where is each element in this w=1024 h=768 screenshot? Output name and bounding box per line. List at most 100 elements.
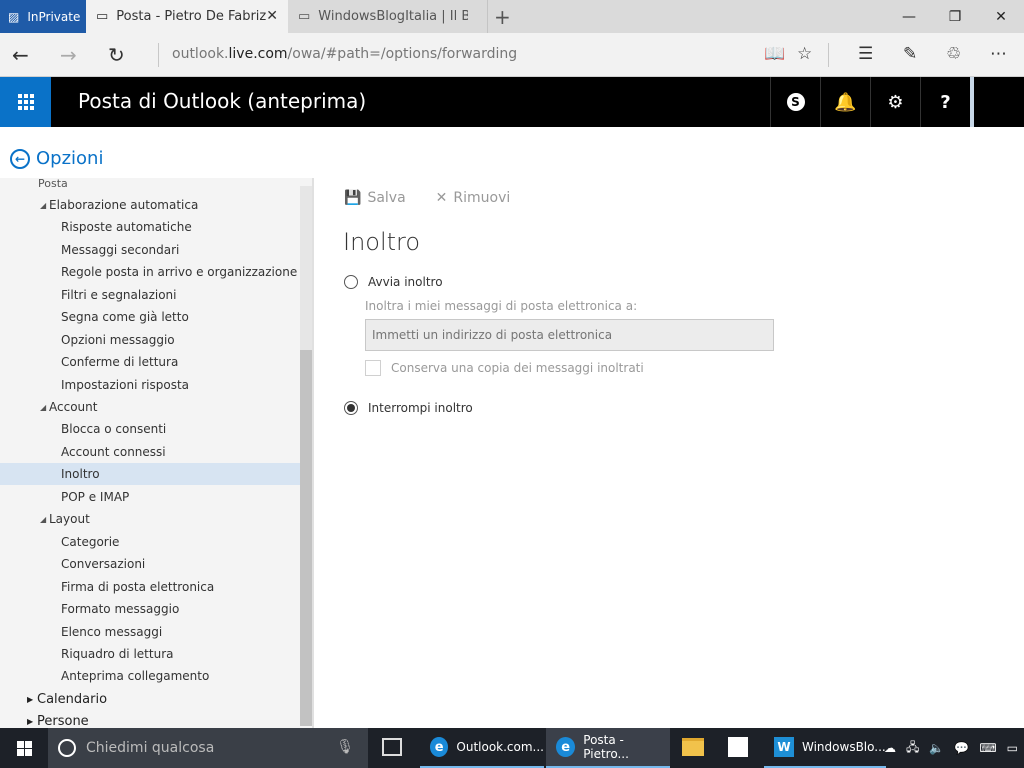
help-button[interactable]: ?: [920, 77, 970, 127]
file-explorer-icon[interactable]: [682, 738, 704, 756]
sidebar-item[interactable]: Conferme di lettura: [0, 351, 300, 373]
window-controls: — ❐ ✕: [886, 0, 1024, 33]
nav-section-posta[interactable]: Posta: [0, 178, 300, 194]
sidebar-item[interactable]: Risposte automatiche: [0, 216, 300, 238]
nav-item-label: Firma di posta elettronica: [61, 580, 215, 594]
outlook-header: Posta di Outlook (anteprima) S 🔔 ⚙ ?: [0, 77, 1024, 127]
stop-forwarding-radio[interactable]: Interrompi inoltro: [344, 401, 473, 415]
bell-icon: 🔔: [834, 91, 857, 113]
keep-copy-checkbox[interactable]: Conserva una copia dei messaggi inoltrat…: [365, 360, 644, 376]
nav-item-label: Conferme di lettura: [61, 355, 179, 369]
task-view-icon[interactable]: [382, 738, 402, 756]
microphone-icon[interactable]: 🎙: [336, 739, 354, 755]
settings-button[interactable]: ⚙: [870, 77, 920, 127]
collapse-triangle-icon: ◢: [40, 200, 47, 210]
restore-icon[interactable]: ❐: [932, 0, 978, 33]
back-arrow-icon[interactable]: ←: [12, 43, 29, 67]
radio-checked-icon: [344, 401, 358, 415]
url-field[interactable]: outlook.live.com/owa/#path=/options/forw…: [172, 46, 517, 62]
sidebar-item[interactable]: Regole posta in arrivo e organizzazione: [0, 261, 300, 283]
url-prefix: outlook.: [172, 46, 229, 62]
new-tab-icon[interactable]: +: [494, 5, 511, 29]
sidebar-item[interactable]: Elenco messaggi: [0, 621, 300, 643]
sidebar-item[interactable]: Anteprima collegamento: [0, 665, 300, 687]
cortana-search-box[interactable]: Chiedimi qualcosa 🎙: [48, 728, 368, 768]
header-strip: [970, 77, 974, 127]
inprivate-label: InPrivate: [27, 9, 81, 24]
search-placeholder: Chiedimi qualcosa: [86, 740, 215, 756]
sidebar-item[interactable]: Filtri e segnalazioni: [0, 284, 300, 306]
volume-icon[interactable]: 🔈: [929, 741, 944, 755]
sidebar-item[interactable]: Firma di posta elettronica: [0, 576, 300, 598]
save-icon: 💾: [344, 190, 362, 206]
page-icon: ▭: [298, 9, 311, 24]
onedrive-icon[interactable]: ☁: [884, 741, 896, 755]
sidebar-item[interactable]: Formato messaggio: [0, 598, 300, 620]
web-note-icon[interactable]: ✎: [903, 44, 917, 64]
sidebar-item[interactable]: Conversazioni: [0, 553, 300, 575]
notifications-button[interactable]: 🔔: [820, 77, 870, 127]
notification-icon[interactable]: ▭: [1007, 741, 1018, 755]
inprivate-icon: ▨: [8, 9, 20, 24]
scrollbar-thumb[interactable]: [300, 350, 312, 726]
reading-view-icon[interactable]: 📖: [764, 44, 785, 64]
sidebar-item[interactable]: Opzioni messaggio: [0, 329, 300, 351]
sidebar-item[interactable]: Inoltro: [0, 463, 300, 485]
command-bar: 💾 Salva ✕ Rimuovi: [344, 190, 510, 206]
forward-arrow-icon[interactable]: →: [60, 43, 77, 67]
hub-icon[interactable]: ☰: [858, 44, 873, 64]
nav-section-2[interactable]: ◢ Layout: [0, 508, 300, 530]
nav-top-item[interactable]: ▶ Persone: [0, 710, 300, 729]
close-tab-icon[interactable]: ✕: [266, 8, 278, 24]
sidebar-item[interactable]: Segna come già letto: [0, 306, 300, 328]
nav-item-label: Filtri e segnalazioni: [61, 288, 177, 302]
refresh-icon[interactable]: ↻: [108, 43, 125, 67]
page-title: Inoltro: [343, 228, 421, 256]
start-button[interactable]: [0, 728, 48, 768]
network-icon[interactable]: 🖧: [906, 738, 919, 759]
nav-item-label: Account: [49, 400, 98, 414]
page-icon: ▭: [96, 9, 109, 24]
sidebar-item[interactable]: Riquadro di lettura: [0, 643, 300, 665]
collapse-triangle-icon: ◢: [40, 514, 47, 524]
remove-button[interactable]: ✕ Rimuovi: [436, 190, 511, 206]
save-button[interactable]: 💾 Salva: [344, 190, 406, 206]
share-icon[interactable]: ♲: [946, 44, 961, 64]
sidebar-item[interactable]: Messaggi secondari: [0, 239, 300, 261]
more-icon[interactable]: ⋯: [990, 44, 1007, 64]
skype-button[interactable]: S: [770, 77, 820, 127]
nav-item-label: Regole posta in arrivo e organizzazione: [61, 265, 298, 279]
app-launcher-icon[interactable]: [0, 77, 51, 127]
tab-title: WindowsBlogItalia | Il Blog su: [318, 9, 469, 24]
browser-tab-active[interactable]: ▭ Posta - Pietro De Fabrizi ✕: [86, 0, 288, 33]
action-center-icon[interactable]: 💬: [954, 741, 969, 755]
nav-item-label: Conversazioni: [61, 557, 146, 571]
store-icon[interactable]: [728, 737, 748, 757]
nav-top-item[interactable]: ▶ Calendario: [0, 688, 300, 710]
nav-section-0[interactable]: ◢ Elaborazione automatica: [0, 194, 300, 216]
minimize-icon[interactable]: —: [886, 0, 932, 33]
sidebar-item[interactable]: Impostazioni risposta: [0, 374, 300, 396]
start-forwarding-radio[interactable]: Avvia inoltro: [344, 275, 443, 289]
sidebar-item[interactable]: Blocca o consenti: [0, 418, 300, 440]
nav-item-label: Risposte automatiche: [61, 220, 192, 234]
forward-email-input[interactable]: [365, 319, 774, 351]
inprivate-badge: ▨ InPrivate: [0, 0, 86, 33]
favorite-star-icon[interactable]: ☆: [797, 44, 812, 64]
taskbar-app-outlook[interactable]: e Outlook.com...: [420, 728, 544, 768]
nav-item-label: Inoltro: [61, 467, 100, 481]
sidebar-item[interactable]: Categorie: [0, 531, 300, 553]
nav-section-1[interactable]: ◢ Account: [0, 396, 300, 418]
app-title: Posta di Outlook (anteprima): [78, 89, 367, 113]
close-window-icon[interactable]: ✕: [978, 0, 1024, 33]
taskbar-app-posta[interactable]: e Posta - Pietro...: [546, 728, 670, 768]
sidebar-item[interactable]: Account connessi: [0, 441, 300, 463]
taskbar-app-label: Posta - Pietro...: [583, 733, 629, 761]
taskbar-app-label: Outlook.com...: [456, 740, 544, 754]
browser-tab-inactive[interactable]: ▭ WindowsBlogItalia | Il Blog su: [288, 0, 488, 33]
keyboard-icon[interactable]: ⌨: [979, 741, 996, 755]
sidebar-item[interactable]: POP e IMAP: [0, 486, 300, 508]
taskbar-app-windowsblog[interactable]: W WindowsBlo...: [764, 728, 886, 768]
back-to-options[interactable]: ← Opzioni: [10, 148, 103, 169]
system-tray: ☁ 🖧 🔈 💬 ⌨ ▭: [884, 728, 1024, 768]
